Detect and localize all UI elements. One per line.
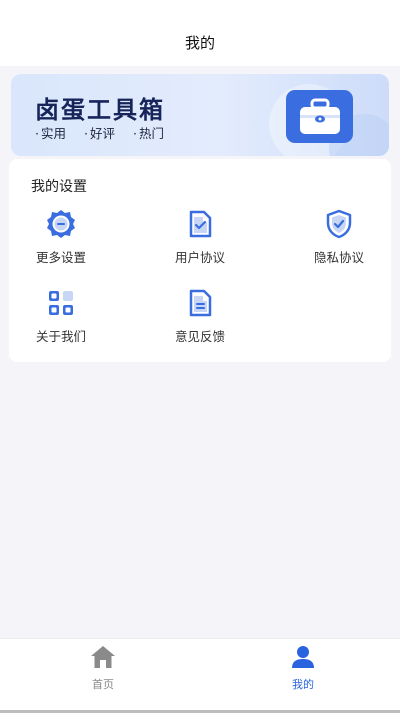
tab-label: 我的 [292,678,314,691]
user-icon [290,645,316,673]
settings-item-feedback[interactable]: 意见反馈 [145,288,255,345]
toolbox-icon [286,90,353,143]
settings-item-label: 更多设置 [35,250,86,265]
banner-tag: 好评 [84,123,115,142]
settings-card: 我的设置 更多设置 用户协议 隐私协议 关于我们 意见反馈 [9,159,391,362]
settings-item-about-us[interactable]: 关于我们 [6,288,116,345]
settings-section-title: 我的设置 [31,179,87,195]
shield-check-icon [324,209,354,239]
document-icon [185,288,215,318]
page-title: 我的 [184,34,215,52]
banner-tags: 实用 好评 热门 [35,123,164,142]
gear-icon [46,209,76,239]
home-icon [90,645,116,673]
settings-item-label: 关于我们 [35,329,86,344]
settings-item-label: 用户协议 [174,250,225,265]
tab-mine[interactable]: 我的 [243,645,363,692]
tab-label: 首页 [92,678,114,691]
app-banner[interactable]: 卤蛋工具箱 实用 好评 热门 [11,74,389,156]
banner-tag: 实用 [35,123,66,142]
apps-grid-icon [46,288,76,318]
settings-item-more-settings[interactable]: 更多设置 [6,209,116,266]
bottom-tab-bar: 首页 我的 [0,638,400,713]
top-nav-bar: 我的 [0,0,400,66]
brand-title: 卤蛋工具箱 [35,96,165,124]
settings-item-label: 隐私协议 [313,250,364,265]
document-check-icon [185,209,215,239]
settings-item-user-agreement[interactable]: 用户协议 [145,209,255,266]
tab-home[interactable]: 首页 [43,645,163,692]
settings-item-privacy-agreement[interactable]: 隐私协议 [284,209,394,266]
banner-tag: 热门 [133,123,164,142]
settings-item-label: 意见反馈 [174,329,225,344]
